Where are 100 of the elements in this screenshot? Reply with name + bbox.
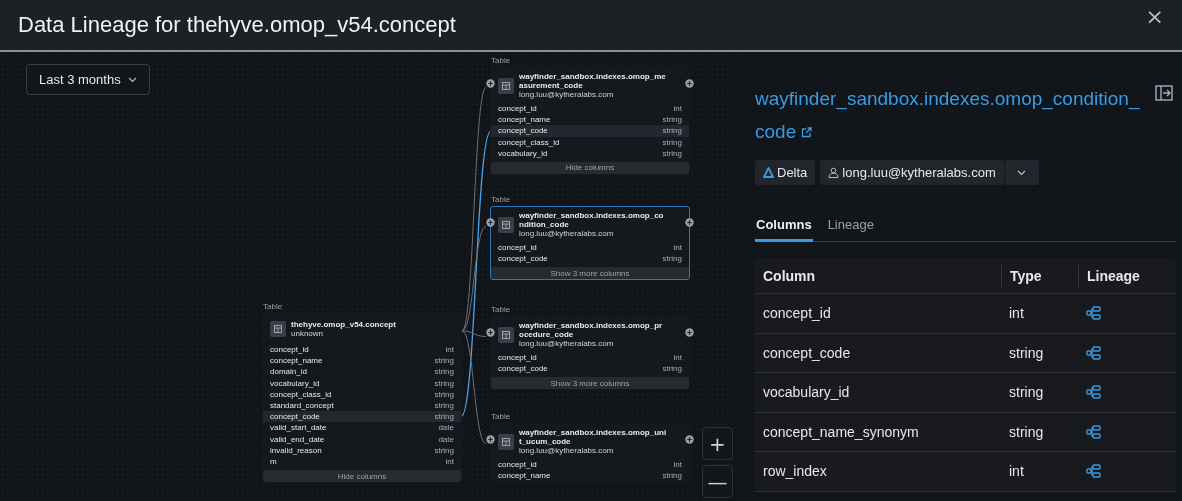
- column-row[interactable]: concept_code string: [491, 253, 689, 265]
- column-row[interactable]: concept_code string: [491, 125, 689, 137]
- column-row[interactable]: concept_id int: [491, 242, 689, 254]
- column-header[interactable]: Lineage: [1078, 264, 1176, 287]
- toggle-columns-button[interactable]: Show 3 more columns: [491, 267, 689, 280]
- column-row[interactable]: domain_id string: [263, 366, 461, 378]
- column-name: concept_class_id: [270, 389, 332, 399]
- column-header[interactable]: Type: [1001, 264, 1078, 287]
- expand-port-icon[interactable]: [685, 328, 694, 337]
- node-subtitle: long.luu@kytheralabs.com: [519, 229, 615, 238]
- collapse-panel-icon[interactable]: [1155, 85, 1173, 101]
- column-header[interactable]: Column: [755, 264, 1001, 287]
- table-cell-text: int: [1008, 304, 1025, 324]
- column-row[interactable]: vocabulary_id string: [491, 147, 689, 159]
- column-type: string: [662, 115, 682, 125]
- column-name: vocabulary_id: [498, 148, 548, 158]
- node-type-label: Table: [491, 195, 512, 204]
- expand-port-icon[interactable]: [486, 218, 495, 227]
- table-title-link[interactable]: wayfinder_sandbox.indexes.omop_condition_code: [755, 82, 1147, 148]
- lineage-icon[interactable]: [1086, 464, 1102, 479]
- column-row[interactable]: standard_concept string: [263, 399, 461, 412]
- column-row[interactable]: m int: [263, 455, 461, 468]
- close-button[interactable]: ×: [1141, 4, 1168, 29]
- table-cell-text: int: [1008, 462, 1025, 482]
- table-icon: [270, 321, 286, 337]
- column-type: int: [445, 456, 454, 466]
- column-type: string: [434, 412, 454, 422]
- column-row[interactable]: valid_start_date date: [263, 422, 461, 434]
- column-row[interactable]: concept_class_id string: [263, 388, 461, 400]
- column-row[interactable]: concept_code string: [263, 411, 461, 423]
- column-type: string: [662, 126, 682, 136]
- column-row[interactable]: concept_name string: [491, 114, 689, 126]
- column-name: concept_id: [498, 243, 537, 253]
- column-type: string: [662, 137, 682, 147]
- lineage-icon[interactable]: [1086, 385, 1102, 400]
- tag-label: Delta: [777, 165, 808, 180]
- column-type: date: [438, 423, 454, 433]
- column-name: m: [270, 456, 277, 466]
- table-icon: [498, 77, 514, 94]
- column-name: domain_id: [270, 367, 307, 377]
- column-name: concept_id: [270, 345, 309, 355]
- expand-port-icon[interactable]: [685, 435, 694, 444]
- column-type: string: [434, 378, 454, 388]
- expand-port-icon[interactable]: [486, 79, 495, 88]
- expand-port-icon[interactable]: [486, 435, 495, 444]
- column-name: vocabulary_id: [270, 378, 320, 388]
- column-type: string: [662, 254, 682, 264]
- zoom-button[interactable]: +: [702, 427, 733, 460]
- table-icon: [498, 216, 514, 233]
- column-row[interactable]: concept_code string: [491, 363, 689, 375]
- column-type: int: [673, 104, 682, 114]
- table-cell-text: concept_code: [762, 343, 852, 363]
- node-type-label: Table: [263, 302, 284, 311]
- column-name: concept_name: [270, 356, 323, 366]
- toggle-columns-button[interactable]: Hide columns: [491, 161, 689, 174]
- external-link-icon[interactable]: [801, 127, 813, 139]
- column-type: string: [434, 445, 454, 455]
- zoom-button[interactable]: —: [702, 465, 733, 498]
- lineage-icon[interactable]: [1086, 306, 1102, 321]
- user-icon: [828, 167, 840, 178]
- time-range-dropdown[interactable]: Last 3 months: [26, 64, 150, 95]
- table-icon: [498, 326, 514, 343]
- tab[interactable]: Columns: [755, 217, 813, 242]
- node-type-label: Table: [491, 56, 512, 65]
- column-name: valid_start_date: [270, 423, 327, 433]
- node-subtitle: long.luu@kytheralabs.com: [519, 446, 615, 455]
- column-type: string: [662, 471, 682, 481]
- lineage-icon[interactable]: [1086, 345, 1102, 360]
- expand-port-icon[interactable]: [685, 218, 694, 227]
- delta-icon: [763, 167, 774, 178]
- toggle-columns-button[interactable]: Hide columns: [263, 470, 461, 483]
- column-name: concept_code: [498, 364, 548, 374]
- column-name: concept_name: [498, 471, 551, 481]
- tab[interactable]: Lineage: [826, 217, 875, 242]
- column-type: string: [434, 356, 454, 366]
- table-node[interactable]: [262, 313, 462, 484]
- column-type: string: [434, 401, 454, 411]
- column-row[interactable]: concept_id int: [263, 344, 461, 356]
- window-title: Data Lineage for thehyve.omop_v54.concept: [18, 12, 456, 38]
- column-row[interactable]: concept_id int: [491, 103, 689, 115]
- node-title: wayfinder_sandbox.indexes.omop_unit_ucum_code: [519, 428, 667, 446]
- column-name: concept_name: [498, 115, 551, 125]
- column-row[interactable]: vocabulary_id string: [263, 377, 461, 389]
- column-row[interactable]: valid_end_date date: [263, 433, 461, 445]
- column-row[interactable]: concept_name string: [263, 355, 461, 367]
- table-cell-text: string: [1008, 383, 1045, 403]
- node-type-label: Table: [491, 305, 512, 314]
- column-name: standard_concept: [270, 401, 334, 411]
- table-cell-text: row_index: [762, 462, 828, 482]
- expand-port-icon[interactable]: [486, 328, 495, 337]
- column-row[interactable]: concept_name string: [491, 470, 689, 482]
- column-row[interactable]: invalid_reason string: [263, 444, 461, 456]
- column-row[interactable]: concept_class_id string: [491, 136, 689, 148]
- toggle-columns-button[interactable]: Show 3 more columns: [491, 377, 689, 390]
- expand-port-icon[interactable]: [685, 79, 694, 88]
- lineage-icon[interactable]: [1086, 424, 1102, 439]
- column-type: int: [673, 243, 682, 253]
- column-row[interactable]: concept_id int: [491, 459, 689, 471]
- column-type: string: [434, 389, 454, 399]
- column-row[interactable]: concept_id int: [491, 352, 689, 364]
